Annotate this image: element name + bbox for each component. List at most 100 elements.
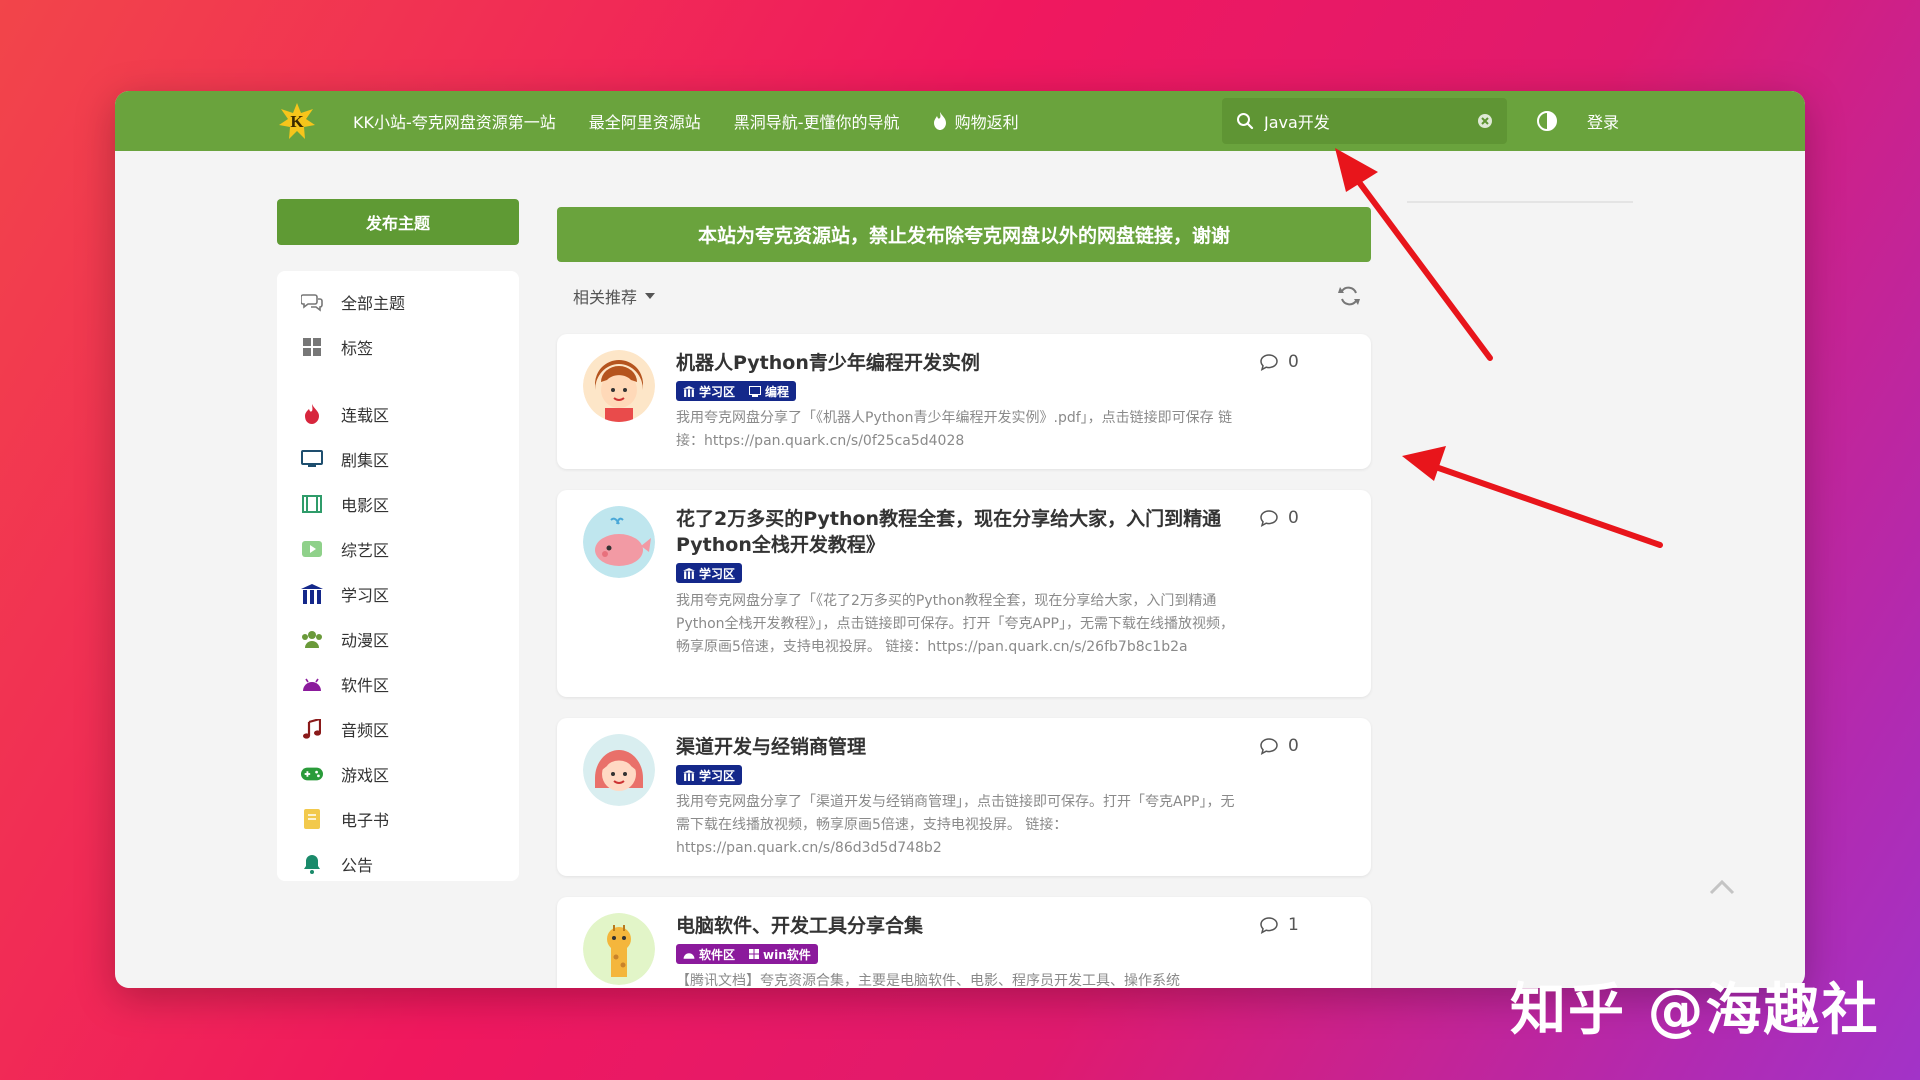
tag-label: 编程 (765, 384, 790, 399)
school-icon (683, 769, 695, 781)
post-card[interactable]: 电脑软件、开发工具分享合集 软件区 win软件 【腾讯文档】夸克资源合集，主要是… (557, 897, 1371, 988)
nav-link-aliyun[interactable]: 最全阿里资源站 (589, 109, 701, 133)
windows-icon (749, 949, 760, 959)
chevron-up-icon[interactable] (1707, 877, 1737, 897)
clear-search-icon[interactable] (1477, 113, 1493, 129)
video-icon (301, 538, 323, 560)
tag-study[interactable]: 学习区 (676, 381, 743, 401)
sidebar-item-announcements[interactable]: 公告 (277, 841, 519, 886)
tag-study[interactable]: 学习区 (676, 563, 743, 583)
comment-icon (1260, 353, 1278, 371)
school-icon (683, 385, 695, 397)
tag-label: 学习区 (699, 384, 736, 399)
sidebar-item-label: 音频区 (341, 720, 390, 740)
school-icon (301, 583, 323, 605)
theme-toggle-icon[interactable] (1535, 109, 1559, 133)
sort-dropdown[interactable]: 相关推荐 (573, 284, 656, 308)
refresh-icon[interactable] (1337, 284, 1361, 308)
film-icon (301, 493, 323, 515)
sort-dropdown-label: 相关推荐 (573, 288, 638, 307)
post-excerpt: 我用夸克网盘分享了「《花了2万多买的Python教程全套，现在分享给大家，入门到… (676, 593, 1234, 655)
sidebar-item-anime[interactable]: 动漫区 (277, 616, 519, 661)
login-link[interactable]: 登录 (1587, 109, 1619, 133)
sidebar-item-label: 剧集区 (341, 450, 390, 470)
site-logo[interactable]: K (277, 101, 317, 141)
tag-label: 学习区 (699, 566, 736, 581)
svg-text:K: K (290, 112, 304, 131)
sidebar-item-serial[interactable]: 连载区 (277, 391, 519, 436)
sidebar-item-software[interactable]: 软件区 (277, 661, 519, 706)
tag-software[interactable]: 软件区 (676, 944, 743, 964)
avatar[interactable] (583, 913, 655, 985)
post-tags: 学习区 编程 (676, 381, 797, 401)
sidebar-item-ebooks[interactable]: 电子书 (277, 796, 519, 841)
android-icon (301, 673, 323, 695)
comments-icon (301, 291, 323, 313)
avatar[interactable] (583, 350, 655, 422)
users-icon (301, 628, 323, 650)
site-notice-banner: 本站为夸克资源站，禁止发布除夸克网盘以外的网盘链接，谢谢 (557, 207, 1371, 262)
sidebar-item-variety[interactable]: 综艺区 (277, 526, 519, 571)
nav-link-shopping[interactable]: 购物返利 (933, 109, 1019, 133)
book-icon (301, 808, 323, 830)
post-title[interactable]: 机器人Python青少年编程开发实例 (676, 350, 1236, 376)
search-input[interactable] (1264, 111, 1464, 131)
sidebar-item-audio[interactable]: 音频区 (277, 706, 519, 751)
post-card[interactable]: 渠道开发与经销商管理 学习区 我用夸克网盘分享了「渠道开发与经销商管理」，点击链… (557, 718, 1371, 876)
nav-link-shopping-label: 购物返利 (954, 113, 1019, 132)
avatar[interactable] (583, 734, 655, 806)
comment-count: 0 (1260, 736, 1299, 756)
post-title[interactable]: 电脑软件、开发工具分享合集 (676, 913, 1236, 939)
search-box[interactable] (1222, 98, 1507, 144)
logo-icon: K (279, 103, 315, 139)
comment-count-value: 0 (1288, 508, 1299, 528)
comment-icon (1260, 916, 1278, 934)
tag-label: win软件 (763, 947, 811, 962)
post-excerpt: 我用夸克网盘分享了「渠道开发与经销商管理」，点击链接即可保存。打开「夸克APP」… (676, 794, 1235, 856)
comment-count: 0 (1260, 352, 1299, 372)
sidebar-item-label: 动漫区 (341, 630, 390, 650)
sidebar-item-label: 连载区 (341, 405, 390, 425)
code-icon (749, 385, 762, 397)
post-title[interactable]: 花了2万多买的Python教程全套，现在分享给大家，入门到精通 Python全栈… (676, 506, 1236, 558)
post-tags: 软件区 win软件 (676, 944, 818, 964)
avatar[interactable] (583, 506, 655, 578)
sidebar-item-label: 电影区 (341, 495, 390, 515)
sidebar-item-label: 全部主题 (341, 293, 406, 313)
sidebar-item-label: 学习区 (341, 585, 390, 605)
sidebar-item-all-topics[interactable]: 全部主题 (277, 279, 519, 324)
sidebar-item-label: 游戏区 (341, 765, 390, 785)
android-icon (683, 952, 695, 959)
flame-icon (933, 112, 946, 130)
sidebar-item-study[interactable]: 学习区 (277, 571, 519, 616)
search-icon (1237, 113, 1254, 130)
post-title[interactable]: 渠道开发与经销商管理 (676, 734, 1236, 760)
sidebar-item-tags[interactable]: 标签 (277, 324, 519, 369)
tag-study[interactable]: 学习区 (676, 765, 743, 785)
nav-link-heidong[interactable]: 黑洞导航-更懂你的导航 (734, 109, 900, 133)
sidebar: 全部主题 标签 连载区 剧集区 电影区 综艺区 学习区 动漫区 软件区 音频区 … (277, 271, 519, 881)
main-nav: KK小站-夸克网盘资源第一站 最全阿里资源站 黑洞导航-更懂你的导航 购物返利 (353, 91, 1052, 151)
post-tags: 学习区 (676, 765, 743, 785)
nav-link-kk[interactable]: KK小站-夸克网盘资源第一站 (353, 109, 556, 133)
tag-label: 软件区 (699, 947, 736, 962)
post-excerpt: 我用夸克网盘分享了「《机器人Python青少年编程开发实例》.pdf」，点击链接… (676, 410, 1233, 449)
post-card[interactable]: 机器人Python青少年编程开发实例 学习区 编程 我用夸克网盘分享了「《机器人… (557, 334, 1371, 469)
sidebar-item-games[interactable]: 游戏区 (277, 751, 519, 796)
sidebar-item-movies[interactable]: 电影区 (277, 481, 519, 526)
browser-window: K KK小站-夸克网盘资源第一站 最全阿里资源站 黑洞导航-更懂你的导航 购物返… (115, 91, 1805, 988)
tv-icon (301, 448, 323, 470)
tag-programming[interactable]: 编程 (742, 381, 797, 401)
comment-icon (1260, 737, 1278, 755)
fire-icon (301, 403, 323, 425)
post-card[interactable]: 花了2万多买的Python教程全套，现在分享给大家，入门到精通 Python全栈… (557, 490, 1371, 697)
grid-icon (301, 336, 323, 358)
sort-bar: 相关推荐 (557, 271, 1371, 321)
watermark: 知乎 @海趣社 (1510, 978, 1880, 1043)
tag-label: 学习区 (699, 768, 736, 783)
sidebar-item-series[interactable]: 剧集区 (277, 436, 519, 481)
sidebar-item-label: 综艺区 (341, 540, 390, 560)
comment-icon (1260, 509, 1278, 527)
publish-topic-button[interactable]: 发布主题 (277, 199, 519, 245)
tag-win-software[interactable]: win软件 (742, 944, 818, 964)
